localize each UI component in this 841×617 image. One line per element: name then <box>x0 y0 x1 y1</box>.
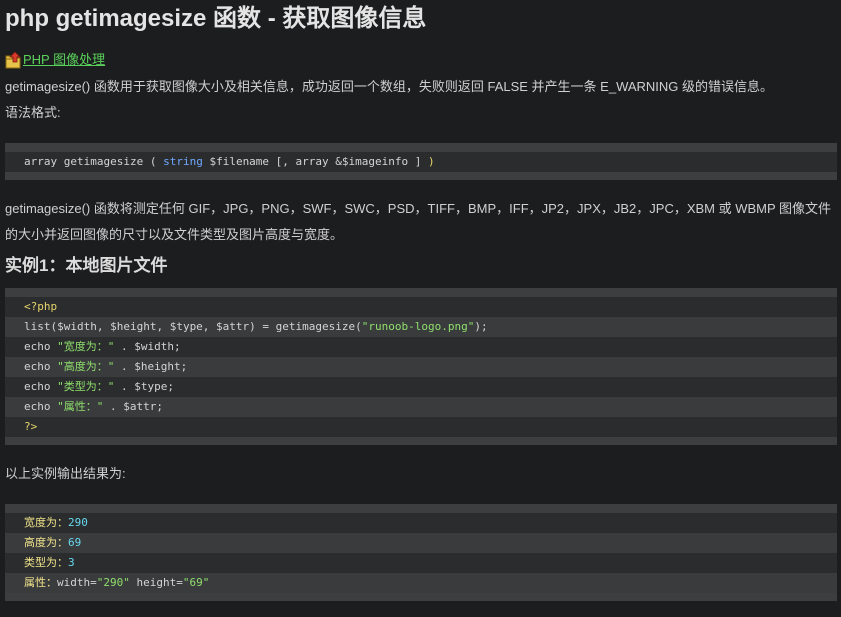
code-line: 宽度为：290 <box>5 513 837 533</box>
code-number: 3 <box>68 556 75 569</box>
article: php getimagesize 函数 - 获取图像信息 PHP 图像处理 ge… <box>0 0 841 601</box>
code-line: echo "高度为：" . $height; <box>5 357 837 377</box>
code-token: . $type; <box>114 380 174 393</box>
code-token: height= <box>129 576 183 589</box>
code-number: 290 <box>68 516 88 529</box>
code-token: 类型为： <box>24 556 68 569</box>
code-line: 类型为：3 <box>5 553 837 573</box>
code-line: array getimagesize ( string $filename [,… <box>5 152 837 172</box>
syntax-code-block: array getimagesize ( string $filename [,… <box>5 143 837 180</box>
code-token: 宽度为： <box>24 516 68 529</box>
code-string: "宽度为：" <box>57 340 115 353</box>
code-token: list($width, $height, $type, $attr) = ge… <box>24 320 362 333</box>
code-token: width= <box>57 576 97 589</box>
code-line: <?php <box>5 297 837 317</box>
code-line: list($width, $height, $type, $attr) = ge… <box>5 317 837 337</box>
syntax-label: 语法格式: <box>5 105 61 120</box>
example-code-block: <?php list($width, $height, $type, $attr… <box>5 288 837 445</box>
output-label: 以上实例输出结果为: <box>5 466 126 481</box>
code-line: ?> <box>5 417 837 437</box>
example-title: 实例1：本地图片文件 <box>5 256 168 275</box>
code-string: "高度为：" <box>57 360 115 373</box>
page-title: php getimagesize 函数 - 获取图像信息 <box>5 5 427 32</box>
code-line: echo "属性：" . $attr; <box>5 397 837 417</box>
code-line: echo "宽度为：" . $width; <box>5 337 837 357</box>
code-string: "类型为：" <box>57 380 115 393</box>
intro-text: getimagesize() 函数用于获取图像大小及相关信息，成功返回一个数组，… <box>5 79 774 94</box>
code-line: 属性：width="290" height="69" <box>5 573 837 593</box>
code-token: echo <box>24 340 58 353</box>
output-code-block: 宽度为：290 高度为：69 类型为：3 属性：width="290" heig… <box>5 504 837 601</box>
code-number: 69 <box>68 536 82 549</box>
code-token: . $attr; <box>103 400 163 413</box>
code-keyword: string <box>163 155 203 168</box>
code-token: ); <box>474 320 488 333</box>
code-token: echo <box>24 400 58 413</box>
code-line: echo "类型为：" . $type; <box>5 377 837 397</box>
code-token: 高度为： <box>24 536 68 549</box>
code-token: $filename [, array &$imageinfo ] <box>202 155 428 168</box>
code-string: "290" <box>96 576 130 589</box>
code-token: ) <box>428 155 435 168</box>
code-string: "runoob-logo.png" <box>361 320 475 333</box>
code-token: echo <box>24 360 58 373</box>
code-token: ?> <box>24 420 38 433</box>
code-token: . $width; <box>114 340 181 353</box>
code-string: "69" <box>182 576 210 589</box>
breadcrumb: PHP 图像处理 <box>5 46 837 74</box>
code-line: 高度为：69 <box>5 533 837 553</box>
breadcrumb-link-php-image[interactable]: PHP 图像处理 <box>23 46 105 74</box>
up-arrow-folder-icon[interactable] <box>5 50 23 70</box>
description-text: getimagesize() 函数将测定任何 GIF，JPG，PNG，SWF，S… <box>5 201 832 242</box>
code-token: . $height; <box>114 360 188 373</box>
code-token: <?php <box>24 300 58 313</box>
code-token: 属性： <box>24 576 57 589</box>
code-token: array getimagesize ( <box>24 155 164 168</box>
code-token: echo <box>24 380 58 393</box>
code-string: "属性：" <box>57 400 104 413</box>
